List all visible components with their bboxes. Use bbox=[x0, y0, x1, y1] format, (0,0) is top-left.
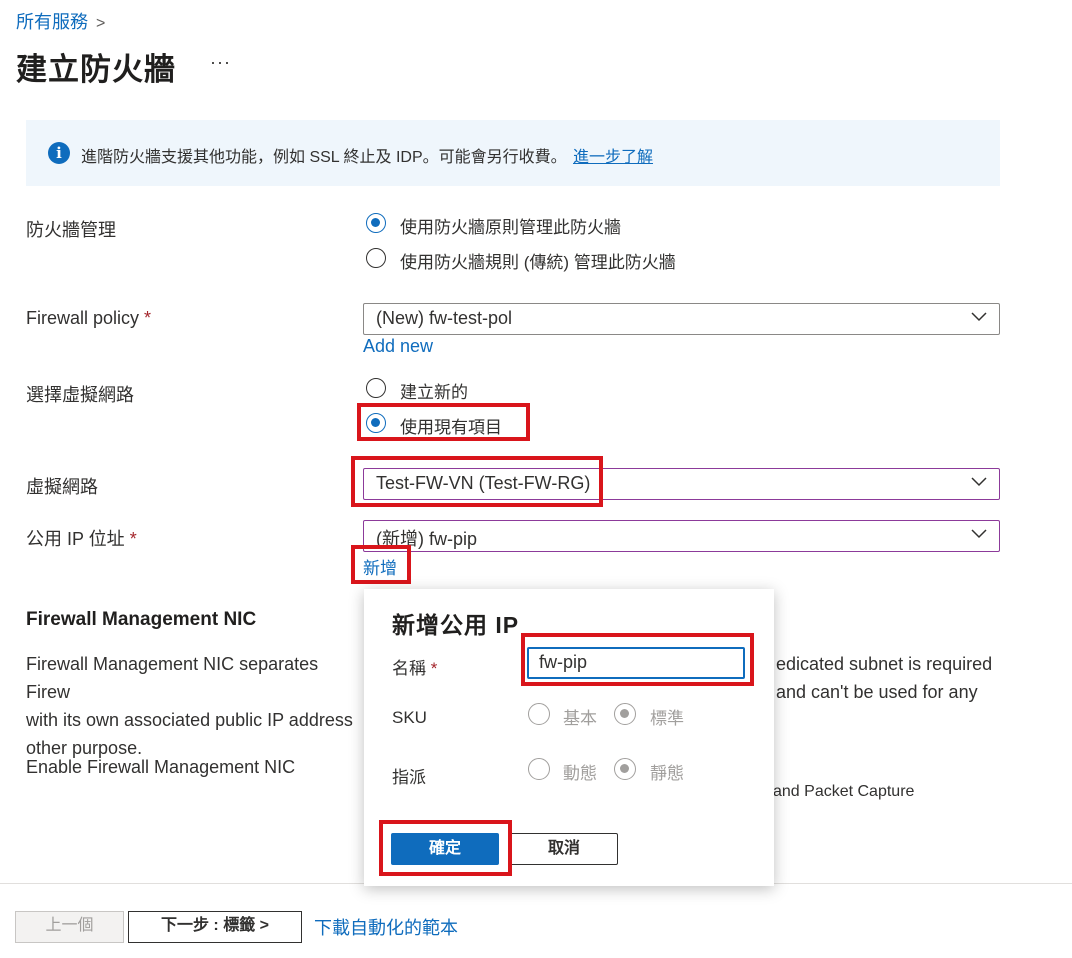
public-ip-label: 公用 IP 位址 * bbox=[26, 525, 137, 551]
download-template-link[interactable]: 下載自動化的範本 bbox=[314, 914, 458, 940]
highlight-add-public-ip bbox=[351, 545, 411, 584]
mgmt-nic-title: Firewall Management NIC bbox=[26, 609, 257, 630]
radio-sku-basic[interactable] bbox=[528, 703, 550, 725]
public-ip-select[interactable]: (新增) fw-pip bbox=[363, 520, 1000, 552]
firewall-policy-value: (New) fw-test-pol bbox=[376, 308, 513, 328]
highlight-vnet bbox=[351, 456, 603, 507]
radio-policy-management[interactable] bbox=[366, 213, 386, 233]
cancel-button[interactable]: 取消 bbox=[510, 833, 618, 865]
radio-create-new-vnet-label: 建立新的 bbox=[400, 383, 468, 402]
breadcrumb-all-services[interactable]: 所有服務 bbox=[16, 12, 88, 32]
highlight-name-input bbox=[521, 633, 754, 686]
mgmt-nic-desc-line-1: Firewall Management NIC separates Firew bbox=[26, 654, 319, 702]
page-title: 建立防火牆 bbox=[16, 52, 176, 87]
chevron-right-icon: > bbox=[96, 15, 106, 32]
firewall-management-label: 防火牆管理 bbox=[26, 220, 116, 240]
radio-assign-static-label: 靜態 bbox=[650, 764, 684, 783]
radio-classic-rules-label: 使用防火牆規則 (傳統) 管理此防火牆 bbox=[400, 253, 676, 272]
public-ip-label-text: 公用 IP 位址 bbox=[26, 529, 125, 549]
required-marker: * bbox=[430, 659, 438, 678]
sku-label: SKU bbox=[392, 708, 427, 727]
radio-assign-dynamic-label: 動態 bbox=[563, 764, 597, 783]
radio-assign-dynamic[interactable] bbox=[528, 758, 550, 780]
radio-classic-rules[interactable] bbox=[366, 248, 386, 268]
radio-policy-management-label: 使用防火牆原則管理此防火牆 bbox=[400, 218, 621, 237]
enable-mgmt-nic-label: Enable Firewall Management NIC bbox=[26, 757, 296, 777]
name-label: 名稱 * bbox=[392, 654, 437, 679]
learn-more-link[interactable]: 進一步了解 bbox=[573, 143, 653, 167]
dialog-title: 新增公用 IP bbox=[392, 612, 520, 638]
add-new-policy-link[interactable]: Add new bbox=[363, 336, 433, 357]
chevron-down-icon bbox=[971, 477, 987, 487]
highlight-ok-button bbox=[379, 820, 512, 876]
radio-sku-standard[interactable] bbox=[614, 703, 636, 725]
firewall-policy-label: Firewall policy * bbox=[26, 308, 151, 329]
assignment-label: 指派 bbox=[392, 768, 426, 787]
radio-assign-static[interactable] bbox=[614, 758, 636, 780]
chevron-down-icon bbox=[971, 312, 987, 322]
choose-vnet-label: 選擇虛擬網路 bbox=[26, 385, 134, 405]
vnet-label: 虛擬網路 bbox=[26, 477, 98, 497]
required-marker: * bbox=[129, 529, 137, 549]
radio-create-new-vnet[interactable] bbox=[366, 378, 386, 398]
chevron-down-icon bbox=[971, 529, 987, 539]
name-label-text: 名稱 bbox=[392, 659, 426, 678]
radio-sku-standard-label: 標準 bbox=[650, 709, 684, 728]
next-tags-button[interactable]: 下一步 : 標籤 > bbox=[128, 911, 302, 943]
firewall-policy-label-text: Firewall policy bbox=[26, 308, 140, 328]
more-options-button[interactable]: ··· bbox=[210, 52, 231, 73]
radio-sku-basic-label: 基本 bbox=[563, 709, 597, 728]
enable-mgmt-nic-hint: and Packet Capture bbox=[773, 783, 915, 800]
mgmt-nic-desc-right: edicated subnet is required and can't be… bbox=[776, 650, 1046, 706]
mgmt-nic-desc-line-2: with its own associated public IP addres… bbox=[26, 710, 353, 730]
highlight-use-existing bbox=[357, 403, 530, 441]
mgmt-nic-description: Firewall Management NIC separates Firew … bbox=[26, 650, 366, 762]
required-marker: * bbox=[144, 308, 152, 328]
mgmt-nic-desc-right-1: edicated subnet is required bbox=[776, 654, 993, 674]
info-text: 進階防火牆支援其他功能，例如 SSL 終止及 IDP。可能會另行收費。 bbox=[81, 149, 567, 166]
firewall-policy-select[interactable]: (New) fw-test-pol bbox=[363, 303, 1000, 335]
breadcrumb: 所有服務 > bbox=[16, 8, 105, 34]
previous-button[interactable]: 上一個 bbox=[15, 911, 124, 943]
info-icon: i bbox=[48, 142, 70, 164]
mgmt-nic-desc-right-2: and can't be used for any bbox=[776, 682, 978, 702]
